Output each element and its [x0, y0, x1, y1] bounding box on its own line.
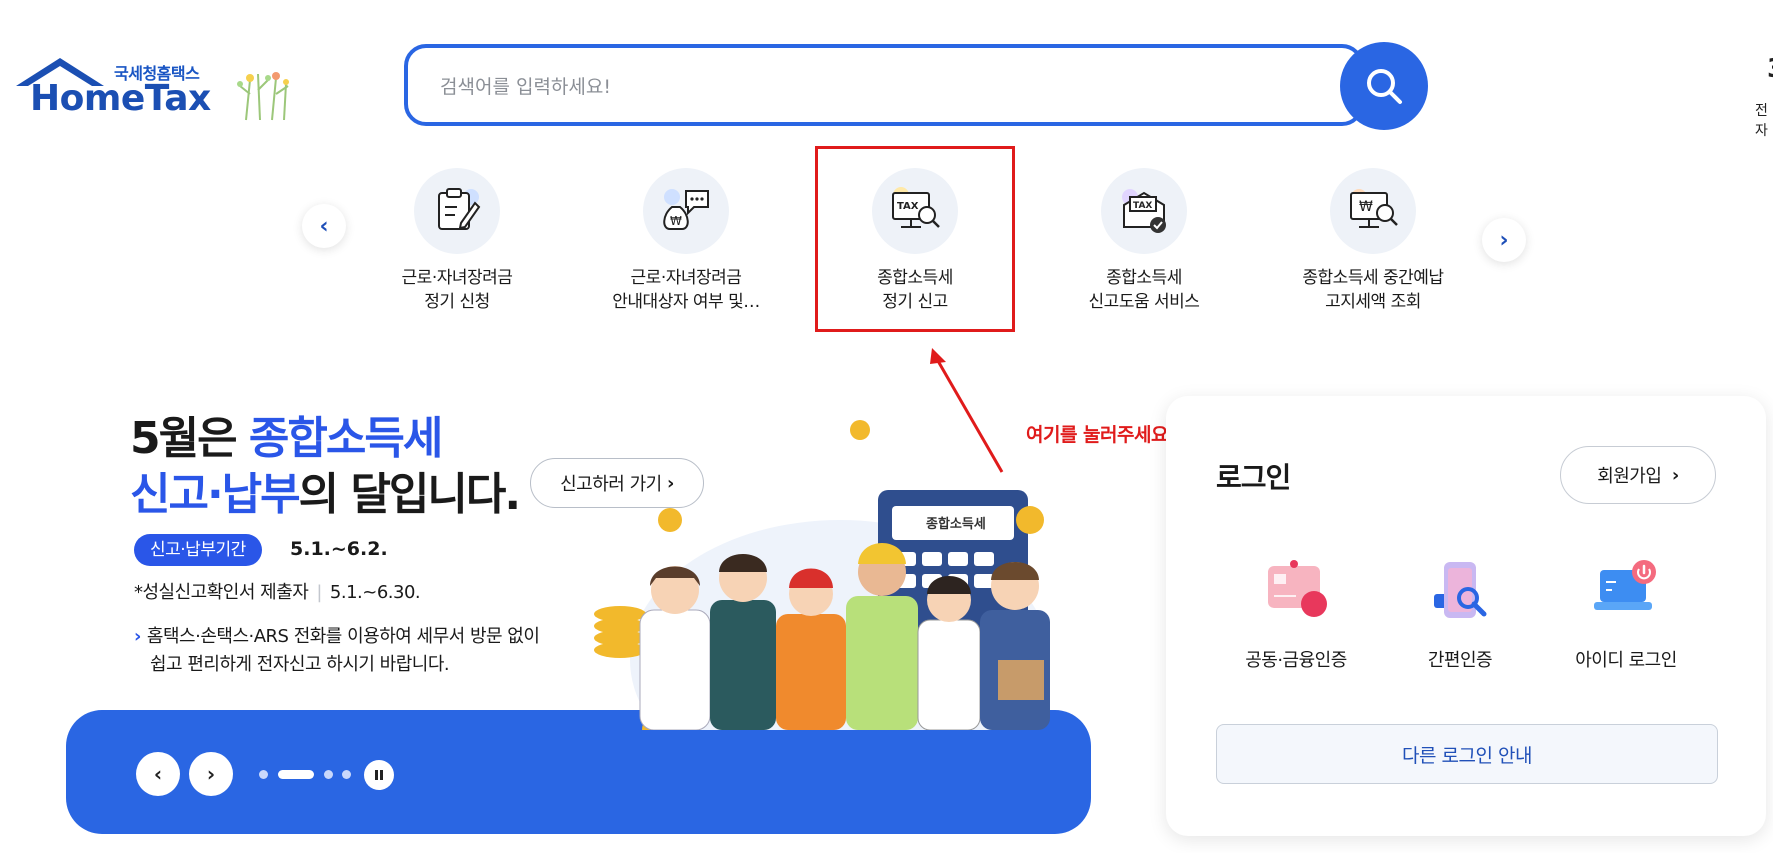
login-option-simple[interactable]: 간편인증 [1380, 556, 1540, 672]
svg-text:₩: ₩ [670, 214, 682, 228]
banner-next-button[interactable]: › [189, 752, 233, 796]
asterisk-icon: * [134, 582, 143, 603]
banner-prev-button[interactable]: ‹ [136, 752, 180, 796]
banner-page-dot[interactable] [342, 770, 351, 779]
chevron-right-icon: › [134, 626, 141, 647]
quick-menu-next-button[interactable]: › [1482, 218, 1526, 262]
banner-title-line1: 5월은 종합소득세 [130, 413, 443, 464]
svg-text:TAX: TAX [1133, 201, 1152, 211]
svg-text:종합소득세: 종합소득세 [926, 516, 986, 532]
certificate-card-icon [1268, 560, 1327, 617]
logo-title: HomeTax [30, 78, 211, 119]
other-login-guide-button[interactable]: 다른 로그인 안내 [1216, 724, 1718, 784]
clipboard-pen-icon [414, 168, 500, 254]
hometax-logo[interactable]: 국세청홈택스 HomeTax [14, 56, 304, 128]
highlight-annotation-box [815, 146, 1015, 332]
search-input[interactable] [438, 68, 1302, 106]
join-button[interactable]: 회원가입 › [1560, 446, 1716, 504]
banner-page-dot[interactable] [259, 770, 268, 779]
people-calculator-illustration: 종합소득세 [594, 420, 1050, 730]
svg-text:₩: ₩ [1359, 199, 1373, 215]
login-option-label: 아이디 로그인 [1575, 650, 1677, 671]
login-option-label: 공동·금융인증 [1245, 650, 1347, 671]
pause-icon [375, 770, 383, 780]
search-box [404, 44, 1364, 126]
phone-search-icon [1434, 562, 1487, 618]
chevron-right-icon: › [1499, 227, 1509, 253]
chevron-right-icon: › [1671, 464, 1679, 486]
flower-decoration-icon [237, 72, 289, 121]
quick-menu-label: 종합소득세 중간예납 고지세액 조회 [1302, 268, 1444, 312]
banner-title-line2: 신고·납부의 달입니다. [130, 469, 521, 520]
tax-document-check-icon: TAX [1101, 168, 1187, 254]
period-badge: 신고·납부기간 [134, 534, 262, 566]
banner-info-line1: › 홈택스·손택스·ARS 전화를 이용하여 세무서 방문 없이 [134, 626, 540, 647]
banner-page-dot[interactable] [324, 770, 333, 779]
quick-menu-label: 종합소득세 신고도움 서비스 [1088, 268, 1200, 312]
edge-truncated-number: 3 [1767, 54, 1773, 84]
laptop-power-icon [1594, 560, 1656, 610]
login-title: 로그인 [1216, 461, 1291, 494]
chevron-right-icon: › [206, 762, 216, 786]
quick-menu-item-2[interactable]: ₩ 근로·자녀장려금 안내대상자 여부 및… [586, 168, 786, 314]
banner-pause-button[interactable] [364, 760, 394, 790]
quick-menu-item-1[interactable]: 근로·자녀장려금 정기 신청 [357, 168, 557, 314]
search-button[interactable] [1340, 42, 1428, 130]
quick-menu-item-4[interactable]: TAX 종합소득세 신고도움 서비스 [1044, 168, 1244, 314]
chevron-left-icon: ‹ [153, 762, 163, 786]
login-option-certificate[interactable]: 공동·금융인증 [1216, 556, 1376, 672]
edge-truncated-text: 전자 [1755, 103, 1768, 139]
login-option-id[interactable]: 아이디 로그인 [1546, 556, 1706, 672]
sincere-filer-period: *성실신고확인서 제출자 | 5.1.~6.30. [134, 582, 421, 603]
quick-menu-prev-button[interactable]: ‹ [302, 204, 346, 248]
search-icon [1367, 69, 1402, 104]
won-monitor-search-icon: ₩ [1330, 168, 1416, 254]
quick-menu-label: 근로·자녀장려금 정기 신청 [401, 268, 513, 312]
chevron-left-icon: ‹ [319, 213, 329, 239]
money-bag-chat-icon: ₩ [643, 168, 729, 254]
quick-menu-item-5[interactable]: ₩ 종합소득세 중간예납 고지세액 조회 [1273, 168, 1473, 314]
period-value: 5.1.~6.2. [290, 538, 388, 560]
banner-page-dot-active[interactable] [278, 770, 314, 779]
quick-menu-label: 근로·자녀장려금 안내대상자 여부 및… [612, 268, 760, 312]
banner-info-line2: 쉽고 편리하게 전자신고 하시기 바랍니다. [150, 654, 450, 675]
login-option-label: 간편인증 [1427, 650, 1493, 671]
